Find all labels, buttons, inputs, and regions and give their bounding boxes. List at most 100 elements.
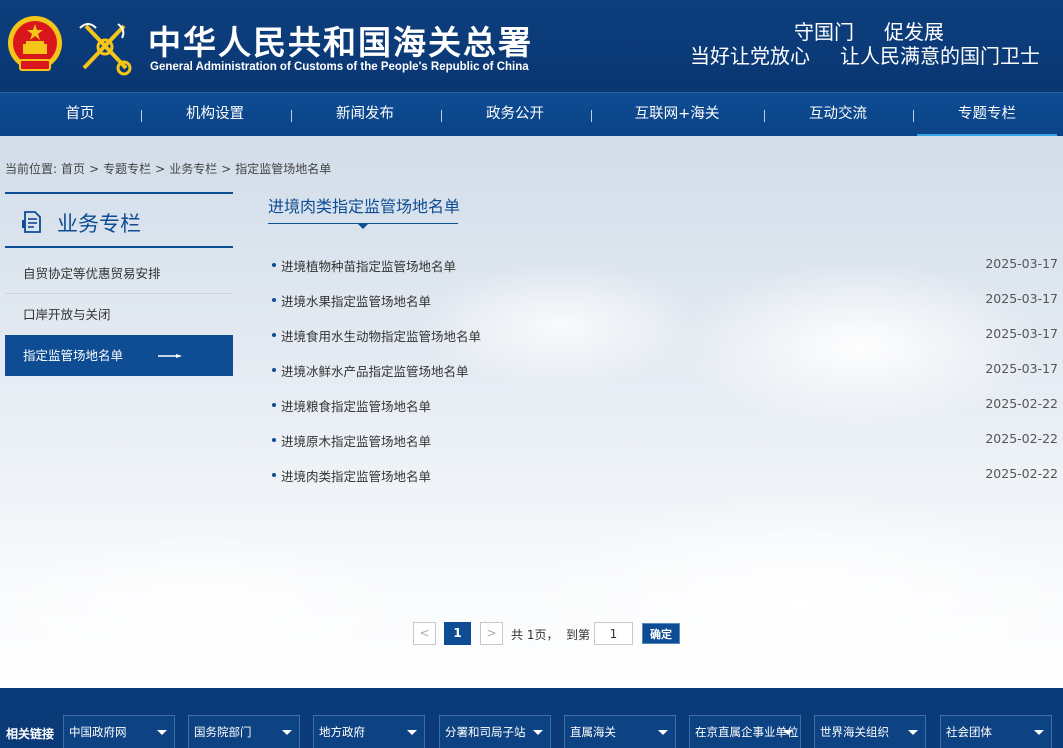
breadcrumb-separator: > xyxy=(221,162,232,176)
list-item-title[interactable]: 进境水果指定监管场地名单 xyxy=(281,291,431,310)
pager-prev-button[interactable]: < xyxy=(413,622,436,645)
chevron-down-icon xyxy=(157,730,167,735)
footer-select-social-groups[interactable]: 社会团体 xyxy=(940,715,1052,748)
chevron-down-icon xyxy=(658,730,668,735)
nav-item-internet-customs[interactable]: 互联网+海关 xyxy=(612,93,742,137)
list-item[interactable]: 进境冰鲜水产品指定监管场地名单 2025-03-17 xyxy=(272,361,1058,381)
breadcrumb: 当前位置: 首页 > 专题专栏 > 业务专栏 > 指定监管场地名单 xyxy=(5,160,335,177)
bullet-icon xyxy=(272,473,276,477)
bullet-icon xyxy=(272,333,276,337)
nav-separator xyxy=(441,110,442,122)
bullet-icon xyxy=(272,263,276,267)
chevron-down-icon xyxy=(908,730,918,735)
bullet-icon xyxy=(272,438,276,442)
sidebar-item-port-opening[interactable]: 口岸开放与关闭 xyxy=(5,294,233,335)
list-item[interactable]: 进境植物种苗指定监管场地名单 2025-03-17 xyxy=(272,256,1058,276)
list-item-date: 2025-02-22 xyxy=(985,431,1058,446)
sidebar-item-label: 指定监管场地名单 xyxy=(23,348,124,363)
footer-select-direct-customs[interactable]: 直属海关 xyxy=(564,715,676,748)
list-item-title[interactable]: 进境肉类指定监管场地名单 xyxy=(281,466,431,485)
breadcrumb-current: 指定监管场地名单 xyxy=(235,162,332,176)
list-item-date: 2025-03-17 xyxy=(985,256,1058,271)
breadcrumb-link-special-topics[interactable]: 专题专栏 xyxy=(103,162,151,176)
bullet-icon xyxy=(272,368,276,372)
breadcrumb-separator: > xyxy=(89,162,100,176)
pager-current-page[interactable]: 1 xyxy=(444,622,471,645)
list-item-date: 2025-02-22 xyxy=(985,466,1058,481)
list-item-title[interactable]: 进境食用水生动物指定监管场地名单 xyxy=(281,326,481,345)
title-caret-icon xyxy=(358,224,368,229)
footer-select-label: 分署和司局子站 xyxy=(445,725,526,739)
footer: 相关链接 中国政府网 国务院部门 地方政府 分署和司局子站 直属海关 在京直属企… xyxy=(0,688,1063,748)
list-item-title[interactable]: 进境冰鲜水产品指定监管场地名单 xyxy=(281,361,469,380)
footer-related-links-label: 相关链接 xyxy=(6,727,55,741)
breadcrumb-separator: > xyxy=(155,162,166,176)
footer-select-state-council[interactable]: 国务院部门 xyxy=(188,715,300,748)
nav-separator xyxy=(764,110,765,122)
page-title: 进境肉类指定监管场地名单 xyxy=(268,197,461,216)
nav-item-news[interactable]: 新闻发布 xyxy=(320,93,410,137)
list-item[interactable]: 进境水果指定监管场地名单 2025-03-17 xyxy=(272,291,1058,311)
pager-goto-label: 到第 xyxy=(566,628,591,642)
chevron-down-icon xyxy=(282,730,292,735)
nav-separator xyxy=(591,110,592,122)
site-header: 中华人民共和国海关总署 General Administration of Cu… xyxy=(0,0,1063,92)
footer-select-label: 直属海关 xyxy=(570,725,616,739)
pager-goto-input[interactable] xyxy=(594,622,633,645)
nav-item-special-topics[interactable]: 专题专栏 xyxy=(942,93,1032,137)
footer-select-label: 地方政府 xyxy=(319,725,365,739)
nav-item-organization[interactable]: 机构设置 xyxy=(170,93,260,137)
list-item-title[interactable]: 进境植物种苗指定监管场地名单 xyxy=(281,256,456,275)
nav-separator xyxy=(913,110,914,122)
footer-select-label: 中国政府网 xyxy=(69,725,127,739)
list-item-date: 2025-03-17 xyxy=(985,326,1058,341)
list-item-date: 2025-02-22 xyxy=(985,396,1058,411)
sidebar-item-label: 口岸开放与关闭 xyxy=(23,307,111,322)
list-item-date: 2025-03-17 xyxy=(985,291,1058,306)
chevron-down-icon xyxy=(783,730,793,735)
nav-separator xyxy=(291,110,292,122)
sidebar-item-fta[interactable]: 自贸协定等优惠贸易安排 xyxy=(5,253,233,294)
sidebar-item-label: 自贸协定等优惠贸易安排 xyxy=(23,266,161,281)
bullet-icon xyxy=(272,403,276,407)
footer-select-beijing-units[interactable]: 在京直属企事业单位 xyxy=(689,715,801,748)
document-icon xyxy=(22,211,41,233)
sidebar-title: 业务专栏 xyxy=(57,212,141,236)
national-emblem-icon xyxy=(8,16,62,71)
bullet-icon xyxy=(272,298,276,302)
pager-confirm-button[interactable]: 确定 xyxy=(642,623,680,644)
main-nav: 首页 机构设置 新闻发布 政务公开 互联网+海关 互动交流 专题专栏 xyxy=(0,92,1063,137)
footer-select-local-gov[interactable]: 地方政府 xyxy=(313,715,425,748)
list-item[interactable]: 进境粮食指定监管场地名单 2025-02-22 xyxy=(272,396,1058,416)
nav-item-interaction[interactable]: 互动交流 xyxy=(793,93,883,137)
list-item-title[interactable]: 进境粮食指定监管场地名单 xyxy=(281,396,431,415)
chevron-down-icon xyxy=(533,730,543,735)
slogan-part: 当好让党放心 xyxy=(690,44,810,68)
list-item[interactable]: 进境原木指定监管场地名单 2025-02-22 xyxy=(272,431,1058,451)
list-item[interactable]: 进境肉类指定监管场地名单 2025-02-22 xyxy=(272,466,1058,486)
list-item-title[interactable]: 进境原木指定监管场地名单 xyxy=(281,431,431,450)
slogan-line-2: 当好让党放心 让人民满意的国门卫士 xyxy=(690,40,1040,69)
pager-total-text: 共 1页， xyxy=(511,628,559,642)
footer-select-branch-sites[interactable]: 分署和司局子站 xyxy=(439,715,551,748)
site-title: 中华人民共和国海关总署 xyxy=(148,23,533,62)
sidebar-header: 业务专栏 xyxy=(5,192,233,248)
slogan-part: 让人民满意的国门卫士 xyxy=(840,44,1040,68)
breadcrumb-link-business-column[interactable]: 业务专栏 xyxy=(169,162,217,176)
list-item[interactable]: 进境食用水生动物指定监管场地名单 2025-03-17 xyxy=(272,326,1058,346)
breadcrumb-link-home[interactable]: 首页 xyxy=(61,162,85,176)
footer-select-label: 国务院部门 xyxy=(194,725,252,739)
sidebar-item-designated-sites[interactable]: 指定监管场地名单 xyxy=(5,335,233,376)
footer-select-label: 社会团体 xyxy=(946,725,992,739)
pager-next-button[interactable]: > xyxy=(480,622,503,645)
site-subtitle-english: General Administration of Customs of the… xyxy=(150,61,529,73)
footer-select-gov-portal[interactable]: 中国政府网 xyxy=(63,715,175,748)
arrow-right-icon xyxy=(158,354,182,358)
nav-separator xyxy=(141,110,142,122)
chevron-down-icon xyxy=(1034,730,1044,735)
footer-select-label: 世界海关组织 xyxy=(820,725,889,739)
nav-item-government-affairs[interactable]: 政务公开 xyxy=(470,93,560,137)
customs-key-logo-icon xyxy=(79,23,132,76)
nav-item-home[interactable]: 首页 xyxy=(40,93,120,137)
footer-select-wco[interactable]: 世界海关组织 xyxy=(814,715,926,748)
